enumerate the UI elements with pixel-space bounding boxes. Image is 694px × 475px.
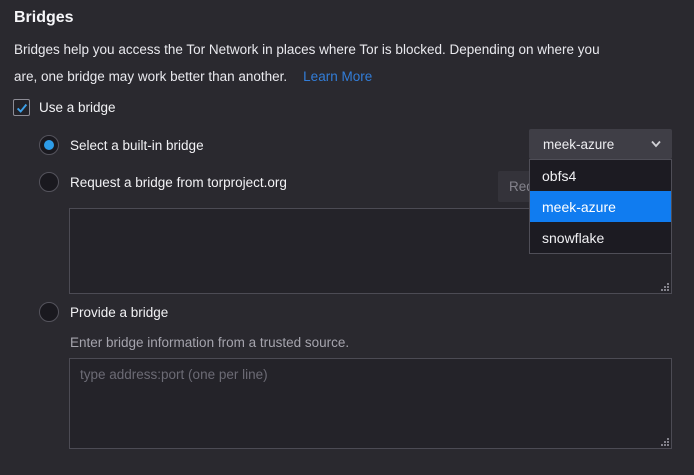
request-bridge-row: Request a bridge from torproject.org — [39, 172, 287, 192]
dropdown-option-obfs4[interactable]: obfs4 — [530, 160, 671, 191]
provide-bridge-textarea-box — [69, 358, 672, 449]
learn-more-link[interactable]: Learn More — [303, 69, 372, 84]
provide-bridge-label: Provide a bridge — [70, 305, 168, 320]
builtin-bridge-radio[interactable] — [39, 135, 59, 155]
provide-bridge-textarea[interactable] — [70, 359, 671, 448]
bridges-description-line1: Bridges help you access the Tor Network … — [14, 42, 600, 57]
builtin-bridge-select-value: meek-azure — [543, 137, 650, 152]
radio-dot — [44, 140, 54, 150]
request-bridge-radio[interactable] — [39, 172, 59, 192]
dropdown-option-meek-azure[interactable]: meek-azure — [530, 191, 671, 222]
bridges-description-line2-row: are, one bridge may work better than ano… — [14, 69, 372, 84]
builtin-bridge-label: Select a built-in bridge — [70, 138, 204, 153]
provide-bridge-hint: Enter bridge information from a trusted … — [70, 335, 349, 350]
resize-handle[interactable] — [660, 437, 669, 446]
use-a-bridge-checkbox[interactable] — [13, 99, 30, 116]
checkmark-icon — [15, 101, 29, 115]
bridges-settings-panel: Bridges Bridges help you access the Tor … — [0, 0, 694, 475]
request-bridge-label: Request a bridge from torproject.org — [70, 175, 287, 190]
provide-bridge-row: Provide a bridge — [39, 302, 168, 322]
dropdown-option-snowflake[interactable]: snowflake — [530, 222, 671, 253]
builtin-bridge-select[interactable]: meek-azure — [529, 129, 672, 159]
chevron-down-icon — [650, 140, 662, 148]
resize-handle[interactable] — [660, 282, 669, 291]
builtin-bridge-row: Select a built-in bridge — [39, 135, 204, 155]
builtin-bridge-dropdown: obfs4 meek-azure snowflake — [529, 159, 672, 254]
use-a-bridge-row: Use a bridge — [13, 99, 116, 116]
page-title: Bridges — [14, 9, 74, 27]
bridges-description-line2: are, one bridge may work better than ano… — [14, 69, 287, 84]
use-a-bridge-label: Use a bridge — [39, 100, 116, 115]
provide-bridge-radio[interactable] — [39, 302, 59, 322]
